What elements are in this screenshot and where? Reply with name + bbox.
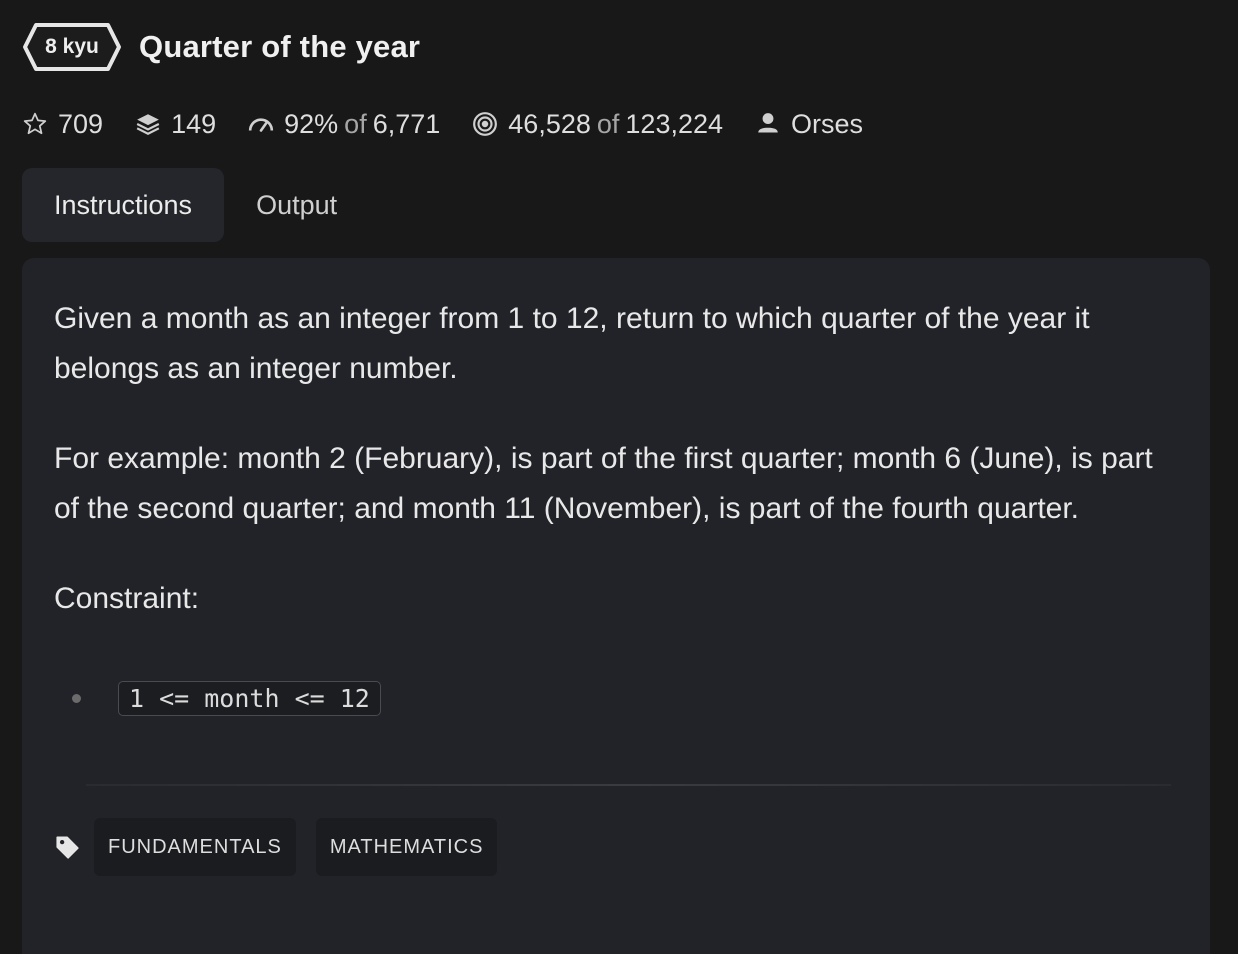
- tab-output[interactable]: Output: [224, 168, 369, 242]
- user-icon: [758, 113, 778, 133]
- satisfaction-of-label: of: [344, 108, 367, 139]
- constraint-heading: Constraint:: [54, 582, 200, 615]
- tag-fundamentals[interactable]: FUNDAMENTALS: [94, 818, 296, 876]
- attempts-count: 123,224: [625, 108, 724, 139]
- completions-stat: 46,528 of 123,224: [472, 109, 723, 140]
- star-icon: [23, 112, 47, 135]
- satisfaction-votes: 6,771: [372, 108, 441, 139]
- satisfaction-stat: 92% of 6,771: [248, 109, 440, 140]
- description-paragraph-2: For example: month 2 (February), is part…: [54, 442, 1153, 525]
- tags-row: FUNDAMENTALS MATHEMATICS: [54, 818, 1178, 876]
- constraint-list: 1 <= month <= 12: [54, 678, 1178, 718]
- tab-instructions[interactable]: Instructions: [22, 168, 225, 242]
- author-stat[interactable]: Orses: [755, 109, 863, 140]
- rank-label: 8 kyu: [45, 35, 99, 58]
- rank-badge: 8 kyu: [22, 22, 122, 72]
- kata-title: Quarter of the year: [139, 29, 421, 64]
- gauge-icon: [248, 118, 274, 132]
- divider: [86, 784, 1171, 786]
- instructions-panel: Given a month as an integer from 1 to 12…: [22, 258, 1210, 954]
- completed-count: 46,528: [508, 108, 591, 139]
- description-paragraph-1: Given a month as an integer from 1 to 12…: [54, 302, 1090, 385]
- satisfaction-percent: 92%: [284, 108, 339, 139]
- constraint-code: 1 <= month <= 12: [118, 680, 381, 716]
- stars-count: 709: [58, 108, 104, 139]
- layers-icon: [136, 114, 160, 135]
- completed-of-label: of: [596, 108, 620, 139]
- collections-count: 149: [171, 108, 217, 139]
- collections-stat[interactable]: 149: [135, 109, 216, 140]
- target-icon: [473, 112, 498, 136]
- author-name[interactable]: Orses: [791, 109, 863, 140]
- list-bullet: [72, 693, 81, 703]
- kata-header: 8 kyu Quarter of the year: [22, 22, 420, 72]
- kata-tabs: Instructions Output: [22, 168, 369, 242]
- stars-stat[interactable]: 709: [22, 109, 103, 140]
- kata-page: 8 kyu Quarter of the year 709 149 92% of…: [0, 0, 1238, 954]
- tag-icon: [56, 836, 79, 859]
- kata-stats: 709 149 92% of 6,771 46,528 of 123,224 O…: [22, 104, 895, 144]
- tag-mathematics[interactable]: MATHEMATICS: [315, 818, 498, 876]
